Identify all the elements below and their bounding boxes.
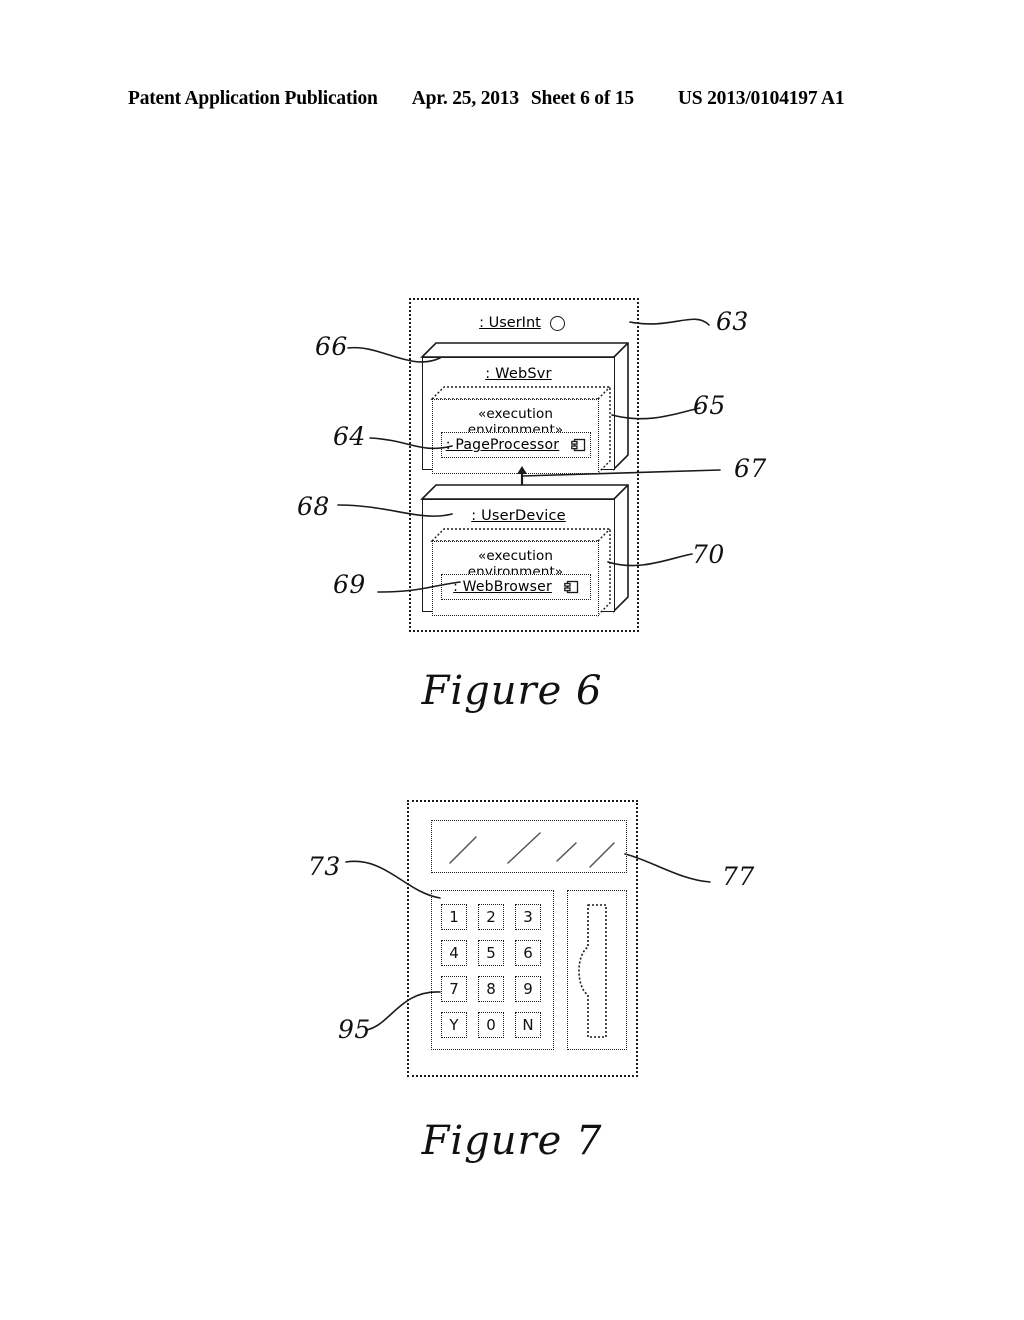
ref-numeral-69: 69 [333, 570, 366, 599]
figure-7-caption: Figure 7 [421, 1118, 603, 1164]
ref-numeral-64: 64 [333, 422, 366, 451]
ref-numeral-95: 95 [338, 1015, 371, 1044]
ref-numeral-77: 77 [722, 862, 755, 891]
ref-numeral-73: 73 [308, 852, 341, 881]
ref-numeral-70: 70 [692, 540, 725, 569]
page-header: Patent Application Publication Apr. 25, … [128, 88, 896, 110]
patent-number: US 2013/0104197 A1 [677, 88, 845, 109]
figure6-leader-lines [337, 318, 721, 593]
ref-numeral-63: 63 [716, 307, 749, 336]
ref-numeral-68: 68 [297, 492, 330, 521]
ref-numeral-65: 65 [693, 391, 726, 420]
sheet-number: Sheet 6 of 15 [530, 88, 634, 109]
publication-title: Patent Application Publication [128, 88, 378, 109]
ref-numeral-66: 66 [315, 332, 348, 361]
figure-6-caption: Figure 6 [421, 668, 603, 714]
ref-numeral-67: 67 [734, 454, 767, 483]
publication-date: Apr. 25, 2013 [411, 88, 519, 109]
